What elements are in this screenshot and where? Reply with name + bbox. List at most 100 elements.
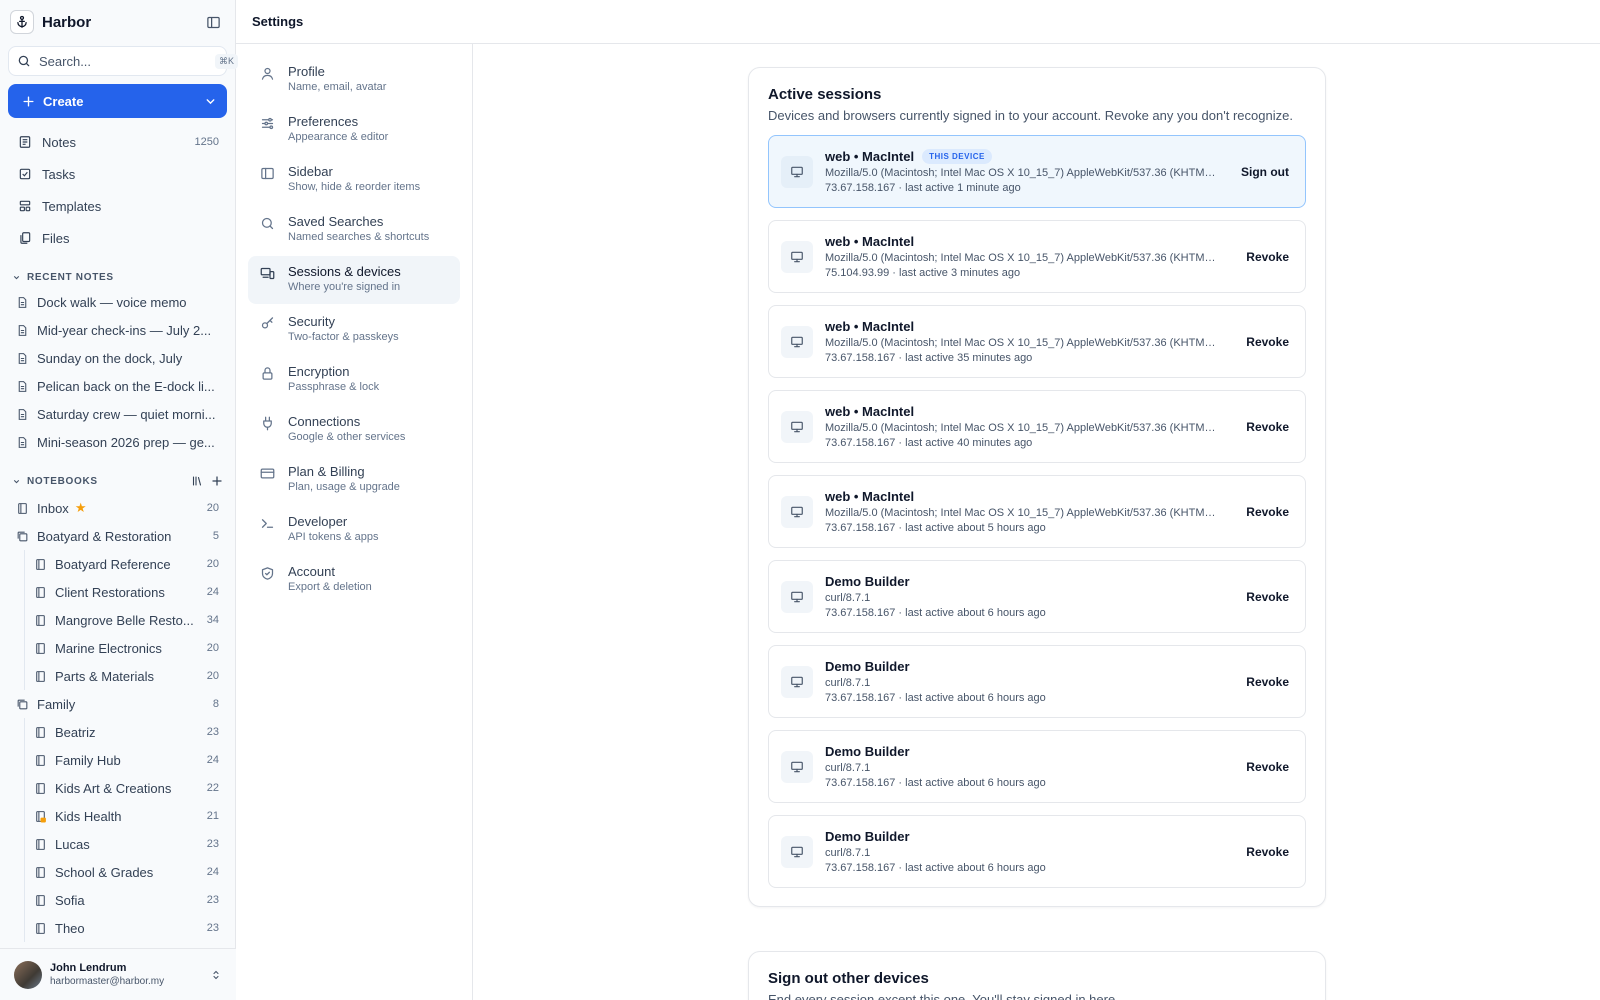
sign-out-button[interactable]: Sign out: [1241, 165, 1289, 179]
revoke-button[interactable]: Revoke: [1246, 590, 1289, 604]
revoke-button[interactable]: Revoke: [1246, 760, 1289, 774]
recent-note[interactable]: Mini-season 2026 prep — ge...: [0, 428, 235, 456]
session-user-agent: curl/8.7.1: [825, 847, 871, 859]
notebook-item[interactable]: Kids Art & Creations 22: [0, 774, 235, 802]
notebook-icon: [34, 894, 47, 907]
revoke-button[interactable]: Revoke: [1246, 250, 1289, 264]
notebook-item[interactable]: Kids Health 21: [0, 802, 235, 830]
settings-nav-title: Preferences: [288, 114, 359, 129]
revoke-button[interactable]: Revoke: [1246, 335, 1289, 349]
recent-notes-header[interactable]: RECENT NOTES: [0, 266, 235, 288]
monitor-icon: [781, 495, 813, 528]
nav-item-templates[interactable]: Templates: [0, 190, 235, 222]
notebook-item[interactable]: Mangrove Belle Resto... 34: [0, 606, 235, 634]
notebook-count: 22: [206, 782, 219, 794]
settings-nav-item-saved-searches[interactable]: Saved Searches Named searches & shortcuts: [248, 206, 460, 254]
notebook-stack[interactable]: Family 8: [0, 690, 235, 718]
notebook-item[interactable]: Parts & Materials 20: [0, 662, 235, 690]
revoke-button[interactable]: Revoke: [1246, 675, 1289, 689]
notebook-count: 23: [206, 726, 219, 738]
add-notebook-icon[interactable]: [211, 475, 223, 487]
notebook-item[interactable]: Client Restorations 24: [0, 578, 235, 606]
settings-nav-subtitle: Name, email, avatar: [288, 81, 387, 93]
chevron-down-icon[interactable]: [12, 477, 21, 486]
chevron-up-down-icon: [210, 969, 222, 981]
chevron-down-icon[interactable]: [204, 95, 217, 108]
notebook-count: 24: [206, 754, 219, 766]
recent-note[interactable]: Sunday on the dock, July: [0, 344, 235, 372]
note-icon: [16, 296, 29, 309]
recent-note-title: Mid-year check-ins — July 2...: [37, 322, 212, 338]
recent-note-title: Saturday crew — quiet morni...: [37, 406, 216, 422]
session-row: web • MacIntel Mozilla/5.0 (Macintosh; In…: [768, 305, 1306, 378]
settings-nav-item-sessions-devices[interactable]: Sessions & devices Where you're signed in: [248, 256, 460, 304]
monitor-icon: [781, 155, 813, 188]
settings-nav-item-account[interactable]: Account Export & deletion: [248, 556, 460, 604]
notebook-count: 20: [206, 642, 219, 654]
nav-item-tasks[interactable]: Tasks: [0, 158, 235, 190]
settings-nav-item-encryption[interactable]: Encryption Passphrase & lock: [248, 356, 460, 404]
session-meta: 73.67.158.167 · last active 35 minutes a…: [825, 352, 1033, 364]
search-box[interactable]: ⌘K: [8, 46, 239, 76]
notebook-item[interactable]: Inbox ★ 20: [0, 494, 235, 522]
notebook-label: Kids Health: [55, 808, 122, 824]
settings-nav-item-preferences[interactable]: Preferences Appearance & editor: [248, 106, 460, 154]
collapse-sidebar-icon[interactable]: [201, 10, 225, 34]
recent-note[interactable]: Dock walk — voice memo: [0, 288, 235, 316]
notebook-item[interactable]: Marine Electronics 20: [0, 634, 235, 662]
page-header: Settings: [236, 0, 1600, 44]
recent-note[interactable]: Saturday crew — quiet morni...: [0, 400, 235, 428]
session-user-agent: Mozilla/5.0 (Macintosh; Intel Mac OS X 1…: [825, 252, 1217, 264]
notebook-label: Parts & Materials: [55, 668, 154, 684]
recent-note-title: Mini-season 2026 prep — ge...: [37, 434, 215, 450]
notebook-item[interactable]: Lucas 23: [0, 830, 235, 858]
notebook-item[interactable]: Family Hub 24: [0, 746, 235, 774]
user-name: John Lendrum: [50, 962, 127, 974]
settings-nav-title: Account: [288, 564, 335, 579]
notebook-label: Inbox: [37, 500, 69, 516]
settings-nav-title: Developer: [288, 514, 348, 529]
notebook-count: 34: [206, 614, 219, 626]
session-device-name: Demo Builder: [825, 659, 910, 674]
search-input[interactable]: [39, 53, 215, 69]
recent-note[interactable]: Pelican back on the E-dock li...: [0, 372, 235, 400]
settings-nav-item-developer[interactable]: Developer API tokens & apps: [248, 506, 460, 554]
session-meta: 73.67.158.167 · last active about 6 hour…: [825, 607, 1046, 619]
revoke-button[interactable]: Revoke: [1246, 505, 1289, 519]
notebook-item[interactable]: Boatyard Reference 20: [0, 550, 235, 578]
revoke-button[interactable]: Revoke: [1246, 420, 1289, 434]
notebook-item[interactable]: Beatriz 23: [0, 718, 235, 746]
section-description: End every session except this one. You'l…: [768, 992, 1119, 1000]
anchor-icon[interactable]: [10, 10, 34, 34]
settings-nav-subtitle: Google & other services: [288, 431, 406, 443]
notebook-label: Sofia: [55, 892, 85, 908]
notebook-stack[interactable]: Boatyard & Restoration 5: [0, 522, 235, 550]
user-menu[interactable]: John Lendrum harbormaster@harbor.my: [0, 948, 236, 1000]
notebook-icon: [34, 670, 47, 683]
settings-nav-item-connections[interactable]: Connections Google & other services: [248, 406, 460, 454]
app-sidebar: Harbor ⌘K Create Notes 1250 Tasks: [0, 0, 239, 1000]
library-icon[interactable]: [191, 475, 203, 487]
recent-note[interactable]: Mid-year check-ins — July 2...: [0, 316, 235, 344]
session-device-name: Demo Builder: [825, 829, 910, 844]
settings-nav-item-sidebar[interactable]: Sidebar Show, hide & reorder items: [248, 156, 460, 204]
notebook-count: 24: [206, 866, 219, 878]
create-button[interactable]: Create: [8, 84, 227, 118]
settings-nav-title: Connections: [288, 414, 361, 429]
session-meta: 73.67.158.167 · last active about 5 hour…: [825, 522, 1046, 534]
settings-nav-item-plan-billing[interactable]: Plan & Billing Plan, usage & upgrade: [248, 456, 460, 504]
locked-notebook-icon: [34, 810, 47, 823]
recent-note-title: Dock walk — voice memo: [37, 294, 187, 310]
notebook-item[interactable]: Theo 23: [0, 914, 235, 942]
nav-item-notes[interactable]: Notes 1250: [0, 126, 235, 158]
settings-nav-item-security[interactable]: Security Two-factor & passkeys: [248, 306, 460, 354]
app-name: Harbor: [42, 13, 92, 31]
notebook-count: 20: [206, 670, 219, 682]
notebook-item[interactable]: Sofia 23: [0, 886, 235, 914]
nav-item-files[interactable]: Files: [0, 222, 235, 254]
revoke-button[interactable]: Revoke: [1246, 845, 1289, 859]
session-user-agent: curl/8.7.1: [825, 592, 871, 604]
notebook-item[interactable]: School & Grades 24: [0, 858, 235, 886]
devices-icon: [260, 266, 276, 282]
settings-nav-item-profile[interactable]: Profile Name, email, avatar: [248, 56, 460, 104]
